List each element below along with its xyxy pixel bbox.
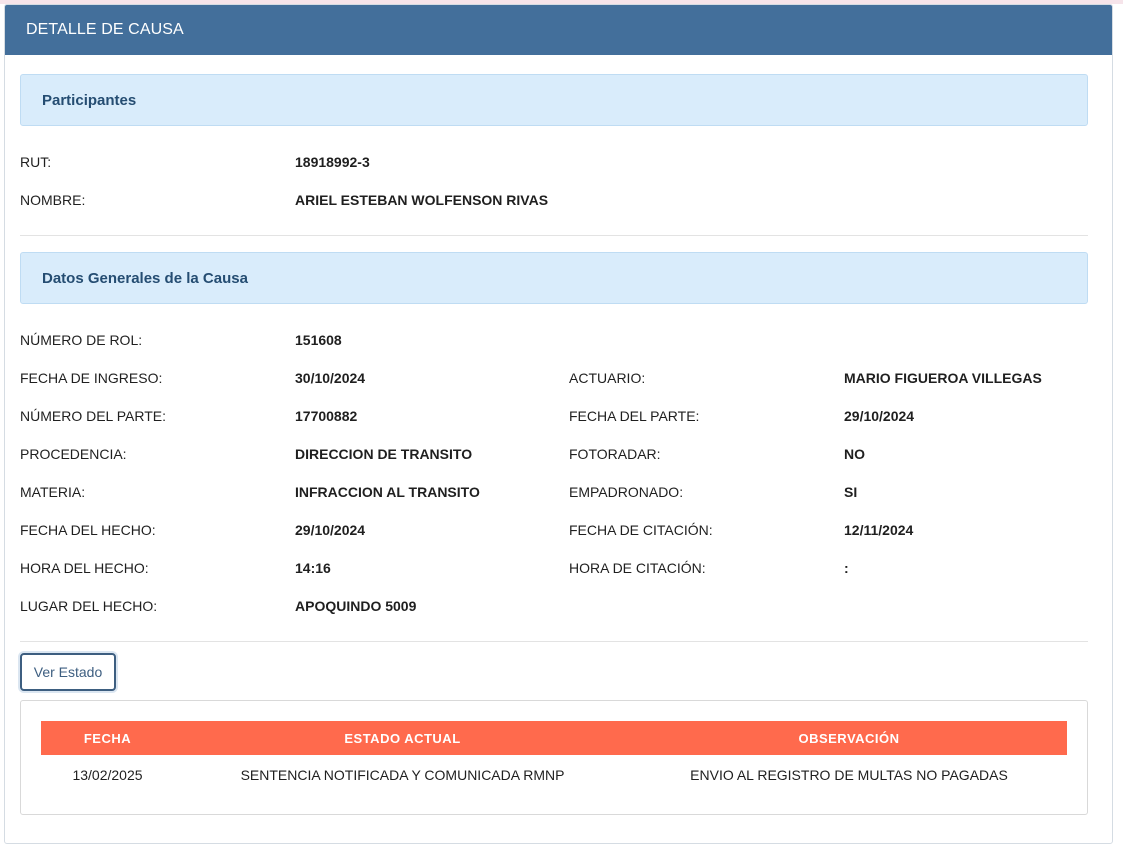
numero-rol-value: 151608 <box>295 332 342 348</box>
estado-panel: FECHA ESTADO ACTUAL OBSERVACIÓN 13/02/20… <box>20 700 1088 815</box>
fecha-ingreso-label: FECHA DE INGRESO: <box>20 370 163 386</box>
participantes-title: Participantes <box>42 91 137 109</box>
divider <box>20 235 1088 236</box>
fotoradar-value: NO <box>844 446 865 462</box>
column-header-fecha: FECHA <box>41 721 174 755</box>
datos-row-hora-hecho: HORA DEL HECHO: 14:16 HORA DE CITACIÓN: … <box>20 558 1088 578</box>
fecha-citacion-label: FECHA DE CITACIÓN: <box>569 522 713 538</box>
datos-generales-section-header: Datos Generales de la Causa <box>20 252 1088 304</box>
materia-value: INFRACCION AL TRANSITO <box>295 484 480 500</box>
datos-row-lugar: LUGAR DEL HECHO: APOQUINDO 5009 <box>20 596 1088 616</box>
nombre-label: NOMBRE: <box>20 192 86 208</box>
participante-row-rut: RUT: 18918992-3 <box>20 152 1088 172</box>
table-row: 13/02/2025 SENTENCIA NOTIFICADA Y COMUNI… <box>41 755 1067 795</box>
lugar-hecho-value: APOQUINDO 5009 <box>295 598 417 614</box>
procedencia-value: DIRECCION DE TRANSITO <box>295 446 473 462</box>
numero-parte-value: 17700882 <box>295 408 358 424</box>
fecha-ingreso-value: 30/10/2024 <box>295 370 366 386</box>
fecha-hecho-value: 29/10/2024 <box>295 522 366 538</box>
datos-row-fecha-hecho: FECHA DEL HECHO: 29/10/2024 FECHA DE CIT… <box>20 520 1088 540</box>
estado-table-header-row: FECHA ESTADO ACTUAL OBSERVACIÓN <box>41 721 1067 755</box>
datos-generales-title: Datos Generales de la Causa <box>42 269 248 287</box>
hora-citacion-label: HORA DE CITACIÓN: <box>569 560 706 576</box>
nombre-value: ARIEL ESTEBAN WOLFENSON RIVAS <box>295 192 549 208</box>
empadronado-value: SI <box>844 484 858 500</box>
rut-label: RUT: <box>20 154 52 170</box>
fecha-parte-label: FECHA DEL PARTE: <box>569 408 700 424</box>
rut-value: 18918992-3 <box>295 154 370 170</box>
numero-rol-label: NÚMERO DE ROL: <box>20 332 143 348</box>
datos-row-rol: NÚMERO DE ROL: 151608 <box>20 330 1088 350</box>
fecha-cell: 13/02/2025 <box>72 767 143 783</box>
materia-label: MATERIA: <box>20 484 86 500</box>
hora-citacion-value: : <box>844 560 849 576</box>
datos-row-parte: NÚMERO DEL PARTE: 17700882 FECHA DEL PAR… <box>20 406 1088 426</box>
hora-hecho-value: 14:16 <box>295 560 331 576</box>
fecha-hecho-label: FECHA DEL HECHO: <box>20 522 156 538</box>
fecha-parte-value: 29/10/2024 <box>844 408 915 424</box>
datos-row-materia: MATERIA: INFRACCION AL TRANSITO EMPADRON… <box>20 482 1088 502</box>
column-header-estado-actual: ESTADO ACTUAL <box>174 721 631 755</box>
hora-hecho-label: HORA DEL HECHO: <box>20 560 149 576</box>
divider <box>20 641 1088 642</box>
fecha-citacion-value: 12/11/2024 <box>844 522 914 538</box>
datos-row-procedencia: PROCEDENCIA: DIRECCION DE TRANSITO FOTOR… <box>20 444 1088 464</box>
estado-actual-cell: SENTENCIA NOTIFICADA Y COMUNICADA RMNP <box>240 767 565 783</box>
actuario-value: MARIO FIGUEROA VILLEGAS <box>844 370 1042 386</box>
fotoradar-label: FOTORADAR: <box>569 446 661 462</box>
ver-estado-button[interactable]: Ver Estado <box>20 653 116 691</box>
numero-parte-label: NÚMERO DEL PARTE: <box>20 408 166 424</box>
estado-table: FECHA ESTADO ACTUAL OBSERVACIÓN 13/02/20… <box>41 721 1067 795</box>
observacion-cell: ENVIO AL REGISTRO DE MULTAS NO PAGADAS <box>690 767 1008 783</box>
panel-title: DETALLE DE CAUSA <box>5 5 1112 55</box>
empadronado-label: EMPADRONADO: <box>569 484 684 500</box>
procedencia-label: PROCEDENCIA: <box>20 446 127 462</box>
participante-row-nombre: NOMBRE: ARIEL ESTEBAN WOLFENSON RIVAS <box>20 190 1088 210</box>
participantes-section-header: Participantes <box>20 74 1088 126</box>
datos-row-ingreso: FECHA DE INGRESO: 30/10/2024 ACTUARIO: M… <box>20 368 1088 388</box>
lugar-hecho-label: LUGAR DEL HECHO: <box>20 598 158 614</box>
actuario-label: ACTUARIO: <box>569 370 646 386</box>
column-header-observacion: OBSERVACIÓN <box>631 721 1067 755</box>
